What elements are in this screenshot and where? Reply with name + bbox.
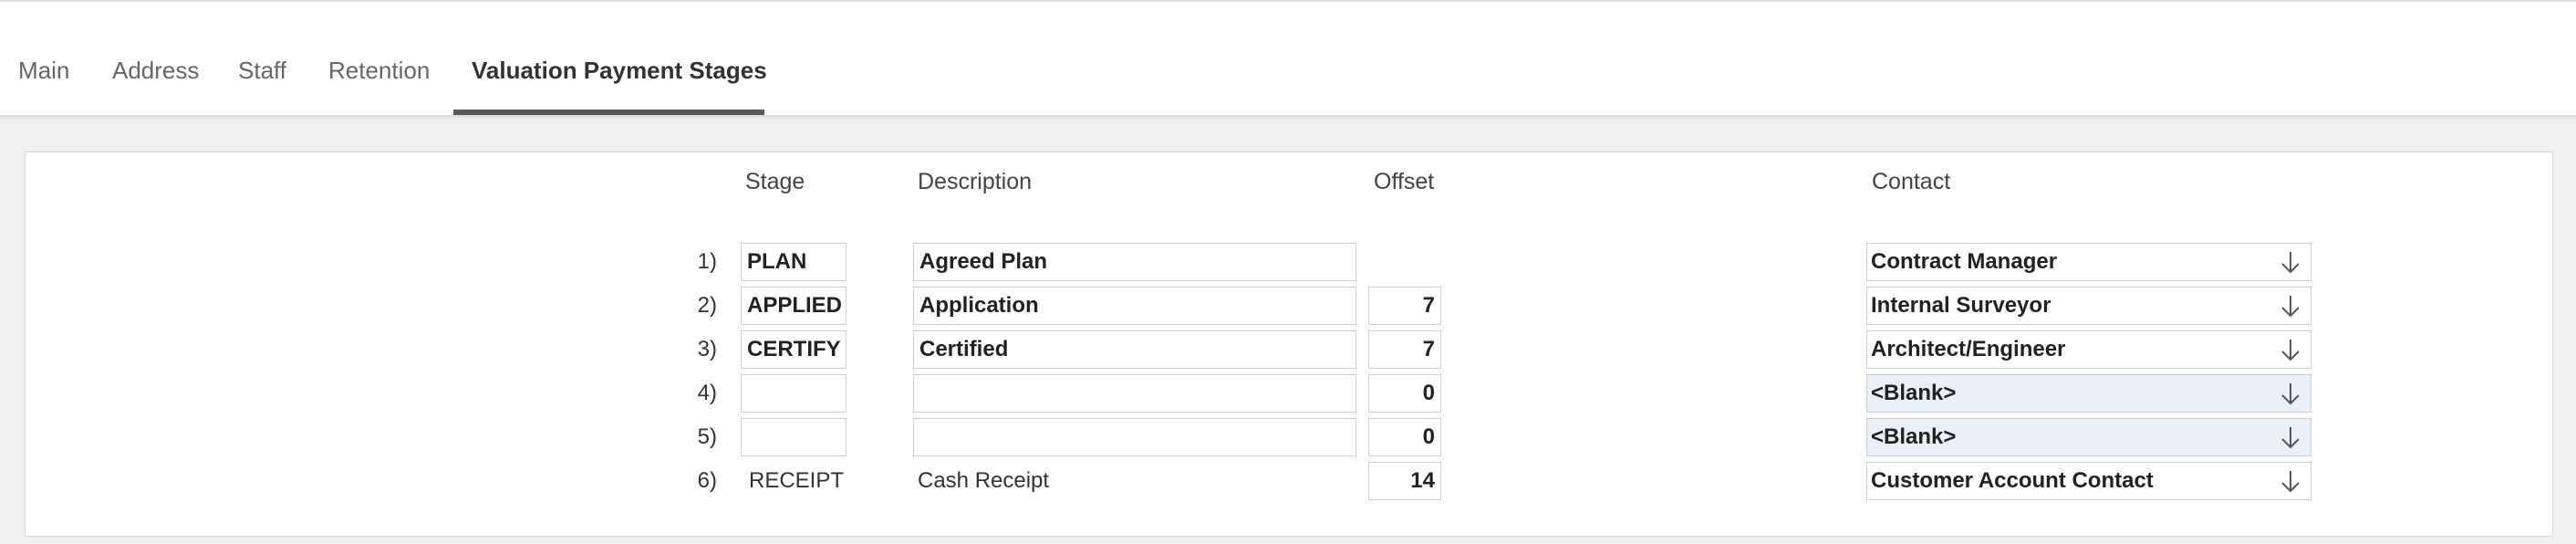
contact-select[interactable]: Internal Surveyor [1866,287,2311,325]
tab-bar: Main Address Staff Retention Valuation P… [0,0,2576,115]
contact-select[interactable]: Customer Account Contact [1866,462,2311,500]
active-tab-indicator [453,110,764,115]
description-value: Cash Receipt [918,468,1050,493]
row-number: 1) [697,249,717,274]
stage-input[interactable]: PLAN [741,243,847,281]
tab-main[interactable]: Main [18,2,69,117]
contact-select-value: Customer Account Contact [1871,468,2154,493]
column-header-stage: Stage [745,169,805,194]
offset-input[interactable]: 0 [1368,374,1441,413]
offset-input[interactable]: 0 [1368,418,1441,456]
contact-select[interactable]: <Blank> [1866,374,2311,413]
arrow-down-icon [2281,340,2300,361]
tab-valuation-payment-stages[interactable]: Valuation Payment Stages [472,2,767,117]
contact-select-value: <Blank> [1871,424,1957,449]
row-number: 4) [697,381,717,405]
stage-input[interactable] [741,418,847,456]
row-number: 3) [697,337,717,361]
tab-staff[interactable]: Staff [238,2,286,117]
description-input[interactable]: Agreed Plan [913,243,1356,281]
arrow-down-icon [2281,383,2300,405]
column-header-offset: Offset [1374,169,1435,194]
stage-input[interactable] [741,374,847,413]
contact-select-value: Internal Surveyor [1871,293,2051,318]
contact-select-value: Architect/Engineer [1871,337,2066,361]
description-input[interactable] [913,374,1356,413]
row-number: 6) [697,468,717,493]
arrow-down-icon [2281,427,2300,449]
arrow-down-icon [2281,471,2300,493]
stage-value: RECEIPT [749,468,845,493]
tab-retention[interactable]: Retention [328,2,430,117]
column-header-contact: Contact [1872,169,1951,194]
stage-input[interactable]: APPLIED [741,287,847,325]
contact-select-value: <Blank> [1871,381,1957,405]
row-number: 2) [697,293,717,318]
contact-select-value: Contract Manager [1871,249,2058,274]
description-input[interactable] [913,418,1356,456]
offset-input[interactable]: 7 [1368,330,1441,369]
contact-select[interactable]: <Blank> [1866,418,2311,456]
row-number: 5) [697,424,717,449]
arrow-down-icon [2281,296,2300,318]
description-input[interactable]: Application [913,287,1356,325]
contact-select[interactable]: Contract Manager [1866,243,2311,281]
arrow-down-icon [2281,252,2300,274]
offset-input[interactable]: 14 [1368,462,1441,500]
contact-select[interactable]: Architect/Engineer [1866,330,2311,369]
tab-address[interactable]: Address [112,2,199,117]
column-header-description: Description [918,169,1033,194]
description-input[interactable]: Certified [913,330,1356,369]
offset-input[interactable]: 7 [1368,287,1441,325]
stage-input[interactable]: CERTIFY [741,330,847,369]
